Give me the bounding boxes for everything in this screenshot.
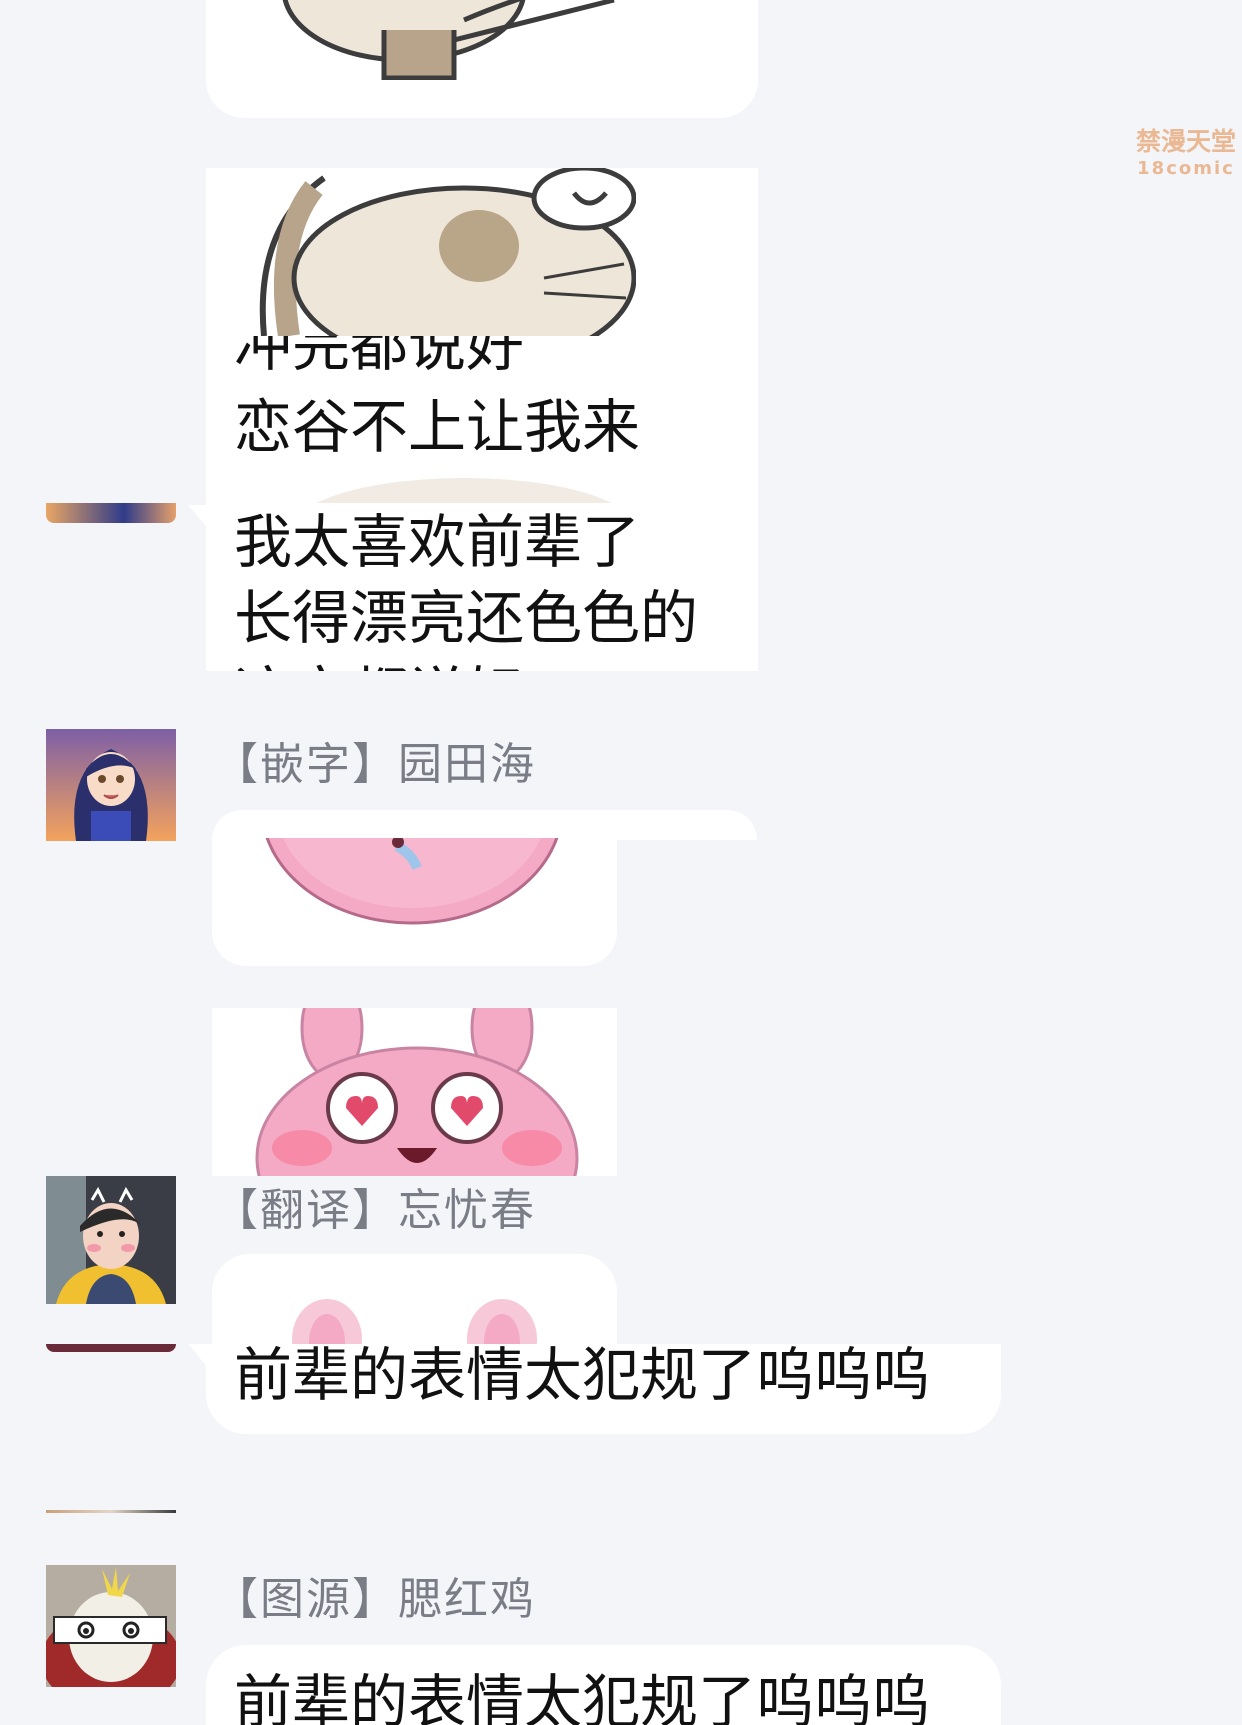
message-text-line: 长得漂亮还色色的	[234, 584, 699, 652]
message-text: 冲完都说好	[234, 336, 525, 379]
message-text: 前辈的表情太犯规了呜呜呜	[234, 1341, 931, 1409]
sender-name: 【图源】腮红鸡	[214, 1574, 536, 1625]
message-bubble-text[interactable]: 前辈的表情太犯规了呜呜呜	[206, 1341, 1001, 1434]
avatar-cropped-strip	[46, 1510, 176, 1513]
avatar-young-man-cropped[interactable]	[46, 1344, 176, 1352]
cat-sticker	[234, 0, 636, 80]
cropped-text-line: 冲完都说好	[234, 336, 734, 388]
sender-name: 【嵌字】园田海	[214, 739, 536, 790]
message-bubble-sticker-bunny[interactable]	[212, 1254, 617, 1344]
cat-sticker-peek	[234, 468, 636, 503]
message-text: 这完都说好	[234, 655, 524, 671]
pink-bunny-sticker[interactable]	[212, 1008, 617, 1176]
message-text-line: 恋谷不上让我来	[234, 393, 641, 461]
watermark-title: 禁漫天堂	[1135, 127, 1236, 156]
watermark: 禁漫天堂 18comic	[1133, 122, 1239, 179]
message-text-line: 我太喜欢前辈了	[234, 508, 641, 576]
message-bubble-sticker-top[interactable]	[206, 0, 758, 118]
message-bubble-text[interactable]: 我太喜欢前辈了 长得漂亮还色色的 这完都说好	[206, 503, 758, 671]
avatar-anime-girl[interactable]	[46, 729, 176, 841]
sender-name: 【翻译】忘忧春	[214, 1185, 536, 1236]
message-bubble-text[interactable]: 前辈的表情太犯规了呜呜呜	[206, 1645, 1001, 1725]
avatar-bird-figure[interactable]	[46, 1565, 176, 1687]
message-bubble-sticker-bunny-cropped[interactable]	[212, 838, 617, 966]
message-bubble-sticker-bunny[interactable]	[212, 810, 757, 840]
avatar-anime-girl-cropped[interactable]	[46, 503, 176, 523]
message-text: 前辈的表情太犯规了呜呜呜	[234, 1668, 931, 1725]
watermark-subtitle: 18comic	[1137, 158, 1235, 179]
pink-bunny-sticker	[212, 838, 617, 966]
message-bubble-sticker-cat[interactable]: 冲完都说好 恋谷不上让我来	[206, 168, 758, 503]
cropped-text-line: 这完都说好	[234, 655, 754, 671]
cat-sticker	[234, 168, 636, 336]
avatar-young-man[interactable]	[46, 1176, 176, 1304]
